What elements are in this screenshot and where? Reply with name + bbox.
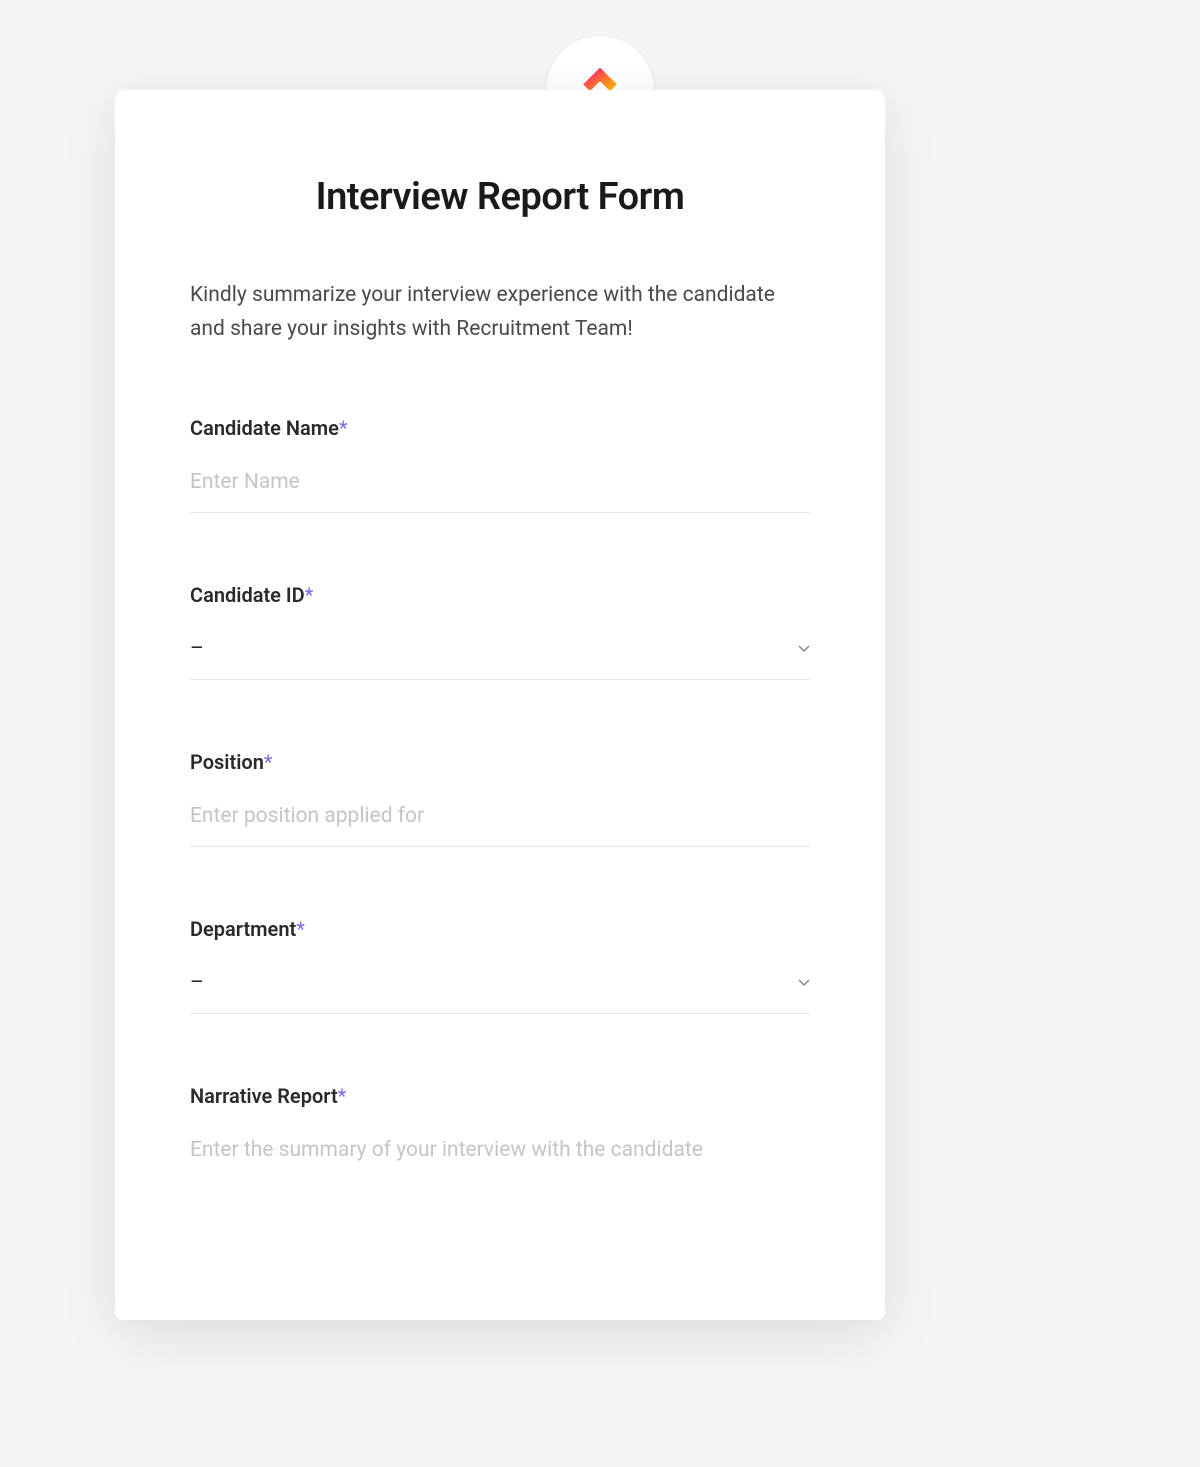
candidate-name-label: Candidate Name* [190,416,810,440]
position-input[interactable] [190,794,810,847]
position-label: Position* [190,750,810,774]
candidate-name-input[interactable] [190,460,810,513]
narrative-report-input[interactable] [190,1128,810,1196]
department-label: Department* [190,917,810,941]
department-select[interactable]: – [190,961,810,1014]
field-candidate-name: Candidate Name* [190,416,810,513]
required-asterisk: * [296,917,305,941]
candidate-id-select[interactable]: – [190,627,810,680]
candidate-id-label: Candidate ID* [190,583,810,607]
required-asterisk: * [339,416,348,440]
required-asterisk: * [264,750,273,774]
department-selected-value: – [190,971,204,995]
field-narrative-report: Narrative Report* [190,1084,810,1200]
form-description: Kindly summarize your interview experien… [190,279,810,346]
candidate-id-selected-value: – [190,637,204,661]
form-card: Interview Report Form Kindly summarize y… [115,90,885,1320]
required-asterisk: * [338,1084,347,1108]
required-asterisk: * [305,583,314,607]
field-position: Position* [190,750,810,847]
narrative-report-label: Narrative Report* [190,1084,810,1108]
form-title: Interview Report Form [190,175,810,219]
field-candidate-id: Candidate ID* – [190,583,810,680]
chevron-down-icon [798,979,810,987]
chevron-down-icon [798,645,810,653]
field-department: Department* – [190,917,810,1014]
